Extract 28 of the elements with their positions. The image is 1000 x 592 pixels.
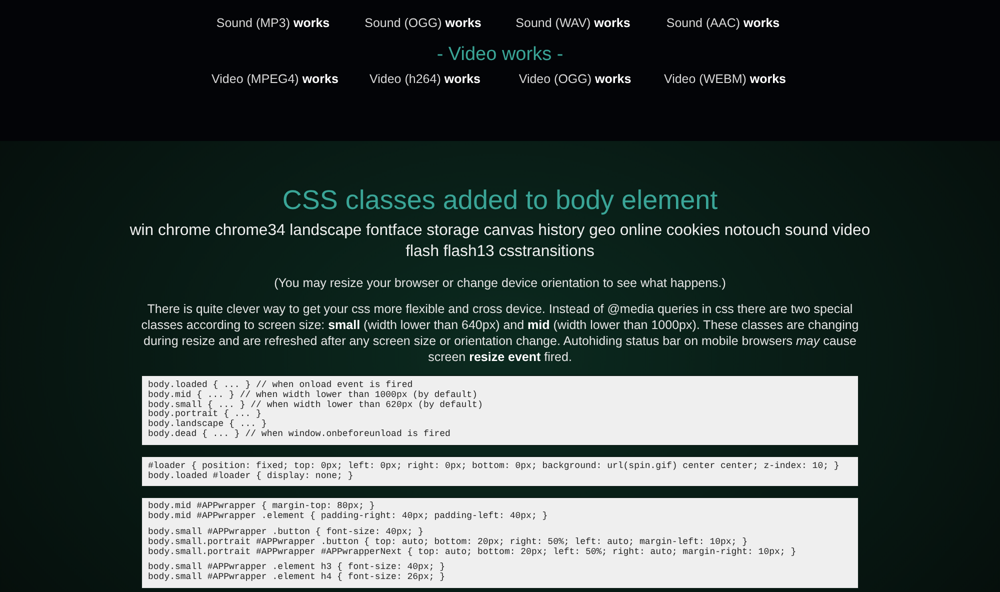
sound-test-result: Sound (WAV) works	[514, 16, 632, 30]
code-line: body.loaded { ... } // when onload event is fired	[148, 381, 414, 390]
sound-test-result: Sound (AAC) works	[665, 16, 781, 30]
code-line: body.small.portrait #APPwrapper #APPwrapperNext { top: auto; bottom: 20px; left: 50%; right: auto; margin-right: 10px; }	[148, 548, 798, 558]
section-heading: CSS classes added to body element	[282, 185, 718, 216]
video-test-result: Video (WEBM) works	[662, 72, 788, 86]
code-line: body.small #APPwrapper .element h4 { font-size: 26px; }	[148, 573, 446, 583]
code-line: body.mid #APPwrapper .element { padding-right: 40px; padding-left: 40px; }	[148, 512, 549, 522]
body-classes-text: win chrome chrome34 landscape fontface storage canvas history geo online cookies notouch sound video flash flash13 csstransitions	[128, 221, 872, 262]
code-line: body.small #APPwrapper .element h3 { font-size: 40px; }	[148, 563, 446, 572]
code-line: body.loaded #loader { display: none; }	[148, 472, 354, 482]
video-test-result: Video (h264) works	[368, 72, 482, 86]
code-line: body.small #APPwrapper .button { font-size: 40px; }	[148, 528, 424, 538]
code-line: body.small { ... } // when width lower than 620px (by default)	[148, 400, 484, 410]
video-test-result: Video (OGG) works	[518, 72, 632, 86]
code-line: #loader { position: fixed; top: 0px; left: 0px; right: 0px; bottom: 0px; background: url(spin.gif) center center; z-index: 10; }	[148, 462, 840, 471]
video-test-result: Video (MPEG4) works	[210, 72, 340, 86]
resize-note: (You may resize your browser or change device orientation to see what happens.)	[274, 276, 726, 290]
sound-test-result: Sound (MP3) works	[215, 16, 331, 30]
code-line: body.mid { ... } // when width lower than 1000px (by default)	[148, 390, 478, 400]
code-line: body.mid #APPwrapper { margin-top: 80px; }	[148, 502, 376, 512]
sound-test-result: Sound (OGG) works	[364, 16, 482, 30]
code-line: body.small.portrait #APPwrapper .button { top: auto; bottom: 20px; right: 50%; left: auto; margin-left: 10px; }	[148, 538, 748, 547]
video-heading: - Video works -	[436, 44, 564, 66]
code-line: body.dead { ... } // when window.onbeforeunload is fired	[148, 430, 452, 440]
description-paragraph: There is quite clever way to get your css more flexible and cross device. Instead of @media queries in css there are two special classes according to screen size: small (width lower than 640px) and mid (width lower than 1000px). These classes are changing during resize and are refreshed after any screen size or orientation change. Autohiding status bar on mobile browsers may cause screen resize event fired.	[140, 301, 860, 365]
code-line: body.portrait { ... }	[148, 410, 262, 420]
code-line: body.landscape { ... }	[148, 420, 268, 430]
